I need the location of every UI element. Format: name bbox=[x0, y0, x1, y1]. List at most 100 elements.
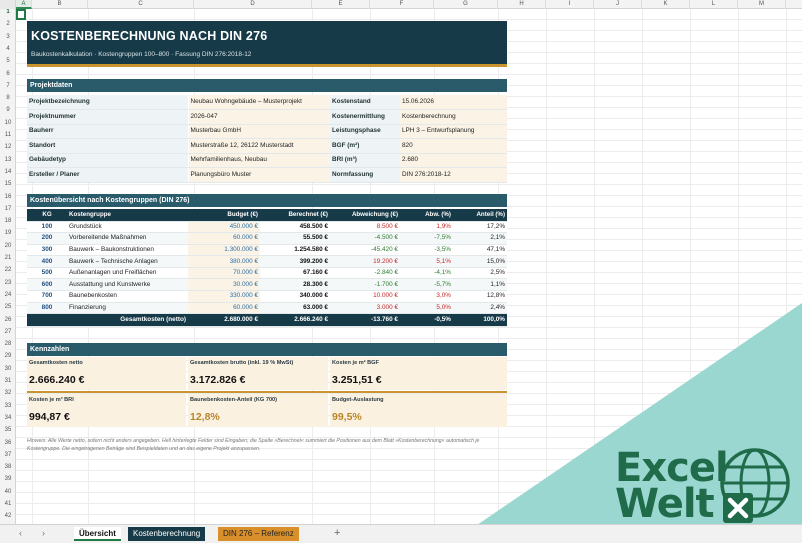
row-header-5[interactable]: 5 bbox=[0, 58, 15, 64]
project-value[interactable]: 15.06.2026 bbox=[400, 95, 507, 110]
row-header-16[interactable]: 16 bbox=[0, 194, 15, 200]
active-cell-a1[interactable] bbox=[16, 9, 26, 20]
select-all-corner[interactable] bbox=[0, 0, 16, 9]
row-header-38[interactable]: 38 bbox=[0, 464, 15, 470]
project-value[interactable]: 2.680 bbox=[400, 153, 507, 168]
column-header-i[interactable]: I bbox=[546, 0, 594, 9]
add-sheet-button[interactable]: + bbox=[334, 527, 340, 539]
row-header-32[interactable]: 32 bbox=[0, 390, 15, 396]
column-header-f[interactable]: F bbox=[370, 0, 434, 9]
project-value[interactable]: LPH 3 – Entwurfsplanung bbox=[400, 124, 507, 139]
project-row: Gebäudetyp Mehrfamilienhaus, Neubau BRI (m… bbox=[27, 153, 507, 168]
project-value[interactable]: Neubau Wohngebäude – Musterprojekt bbox=[188, 95, 330, 110]
row-header-36[interactable]: 36 bbox=[0, 440, 15, 446]
row-header-28[interactable]: 28 bbox=[0, 341, 15, 347]
row-header-19[interactable]: 19 bbox=[0, 230, 15, 236]
row-header-7[interactable]: 7 bbox=[0, 83, 15, 89]
project-value[interactable]: DIN 276:2018-12 bbox=[400, 167, 507, 183]
cost-table: KG Kostengruppe Budget (€) Berechnet (€)… bbox=[27, 209, 507, 328]
row-header-18[interactable]: 18 bbox=[0, 218, 15, 224]
row-header-13[interactable]: 13 bbox=[0, 157, 15, 163]
row-header-29[interactable]: 29 bbox=[0, 353, 15, 359]
cost-budget[interactable]: 1.300.000 € bbox=[188, 244, 260, 257]
cost-deviation: 3.000 € bbox=[330, 302, 400, 315]
row-header-1[interactable]: 1 bbox=[0, 9, 15, 15]
row-header-25[interactable]: 25 bbox=[0, 304, 15, 310]
row-header-8[interactable]: 8 bbox=[0, 95, 15, 101]
col-budget: Budget (€) bbox=[188, 209, 260, 222]
row-header-41[interactable]: 41 bbox=[0, 501, 15, 507]
kpi-panel: Gesamtkosten netto 2.666.240 € Gesamtkoste… bbox=[27, 357, 507, 427]
row-header-39[interactable]: 39 bbox=[0, 476, 15, 482]
row-header-15[interactable]: 15 bbox=[0, 181, 15, 187]
column-header-e[interactable]: E bbox=[312, 0, 370, 9]
row-header-40[interactable]: 40 bbox=[0, 489, 15, 495]
cost-budget[interactable]: 380.000 € bbox=[188, 255, 260, 268]
next-sheet-button[interactable]: › bbox=[42, 528, 45, 538]
project-label: Projektnummer bbox=[27, 109, 189, 125]
tab-kostenberechnung[interactable]: Kostenberechnung bbox=[128, 527, 206, 541]
kpi-value: 994,87 € bbox=[29, 411, 70, 423]
row-header-33[interactable]: 33 bbox=[0, 403, 15, 409]
project-value[interactable]: Musterbau GmbH bbox=[188, 124, 330, 139]
cost-calculated: 55.500 € bbox=[260, 232, 330, 245]
tab-din276-referenz[interactable]: DIN 276 – Referenz bbox=[218, 527, 299, 541]
row-header-42[interactable]: 42 bbox=[0, 513, 15, 519]
row-header-26[interactable]: 26 bbox=[0, 317, 15, 323]
row-header-27[interactable]: 27 bbox=[0, 329, 15, 335]
column-header-m[interactable]: M bbox=[738, 0, 786, 9]
column-header-n[interactable]: N bbox=[786, 0, 802, 9]
row-header-3[interactable]: 3 bbox=[0, 34, 15, 40]
row-header-6[interactable]: 6 bbox=[0, 71, 15, 77]
row-header-30[interactable]: 30 bbox=[0, 366, 15, 372]
row-header-2[interactable]: 2 bbox=[0, 21, 15, 27]
row-header-17[interactable]: 17 bbox=[0, 206, 15, 212]
row-header-20[interactable]: 20 bbox=[0, 243, 15, 249]
row-header-34[interactable]: 34 bbox=[0, 415, 15, 421]
project-value[interactable]: Planungsbüro Muster bbox=[188, 167, 330, 183]
row-header-35[interactable]: 35 bbox=[0, 427, 15, 433]
row-header-23[interactable]: 23 bbox=[0, 280, 15, 286]
cost-kg: 400 bbox=[27, 255, 67, 268]
col-kostengruppe: Kostengruppe bbox=[67, 209, 188, 222]
cost-budget[interactable]: 60.000 € bbox=[188, 302, 260, 315]
project-label: Projektbezeichnung bbox=[27, 95, 189, 110]
column-header-c[interactable]: C bbox=[88, 0, 194, 9]
row-header-37[interactable]: 37 bbox=[0, 452, 15, 458]
row-header-24[interactable]: 24 bbox=[0, 292, 15, 298]
column-header-l[interactable]: L bbox=[690, 0, 738, 9]
tab-uebersicht[interactable]: Übersicht bbox=[74, 527, 121, 541]
cost-table-header-row: KG Kostengruppe Budget (€) Berechnet (€)… bbox=[27, 209, 507, 222]
row-header-4[interactable]: 4 bbox=[0, 46, 15, 52]
cost-budget[interactable]: 450.000 € bbox=[188, 221, 260, 234]
column-header-d[interactable]: D bbox=[194, 0, 312, 9]
row-header-11[interactable]: 11 bbox=[0, 132, 15, 138]
row-header-21[interactable]: 21 bbox=[0, 255, 15, 261]
cost-budget[interactable]: 70.000 € bbox=[188, 267, 260, 280]
row-header-10[interactable]: 10 bbox=[0, 120, 15, 126]
row-header-9[interactable]: 9 bbox=[0, 107, 15, 113]
column-header-j[interactable]: J bbox=[594, 0, 642, 9]
cost-budget[interactable]: 330.000 € bbox=[188, 290, 260, 303]
project-label: Kostenermittlung bbox=[330, 109, 400, 125]
column-header-h[interactable]: H bbox=[498, 0, 546, 9]
project-value[interactable]: 2026-047 bbox=[188, 109, 330, 125]
column-header-a[interactable]: A bbox=[16, 0, 32, 9]
project-value[interactable]: Kostenberechnung bbox=[400, 109, 507, 125]
row-header-14[interactable]: 14 bbox=[0, 169, 15, 175]
table-row: 500 Außenanlagen und Freiflächen 70.000 €6… bbox=[27, 267, 507, 280]
project-label: BRI (m³) bbox=[330, 153, 400, 168]
column-header-b[interactable]: B bbox=[32, 0, 88, 9]
project-value[interactable]: 820 bbox=[400, 138, 507, 154]
project-value[interactable]: Musterstraße 12, 26122 Musterstadt bbox=[188, 138, 330, 154]
row-header-31[interactable]: 31 bbox=[0, 378, 15, 384]
row-header-22[interactable]: 22 bbox=[0, 267, 15, 273]
project-value[interactable]: Mehrfamilienhaus, Neubau bbox=[188, 153, 330, 168]
prev-sheet-button[interactable]: ‹ bbox=[19, 528, 22, 538]
column-header-g[interactable]: G bbox=[434, 0, 498, 9]
column-header-k[interactable]: K bbox=[642, 0, 690, 9]
cost-budget[interactable]: 30.000 € bbox=[188, 278, 260, 292]
row-header-12[interactable]: 12 bbox=[0, 144, 15, 150]
kpi-value: 12,8% bbox=[190, 411, 220, 423]
cost-budget[interactable]: 60.000 € bbox=[188, 232, 260, 245]
